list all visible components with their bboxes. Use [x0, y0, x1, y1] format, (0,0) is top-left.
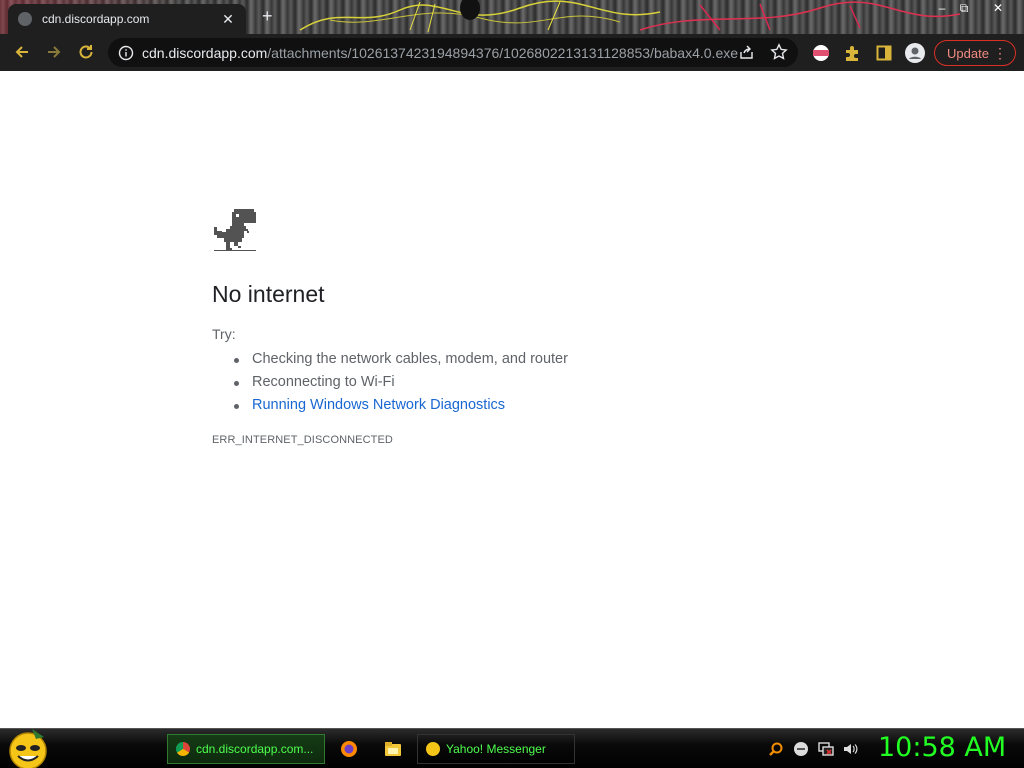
firefox-icon[interactable]: [340, 740, 358, 758]
clock: 10:58 AM: [878, 732, 1007, 763]
volume-icon[interactable]: [842, 741, 858, 757]
try-label: Try:: [212, 326, 236, 342]
address-bar[interactable]: cdn.discordapp.com/attachments/102613742…: [108, 38, 798, 67]
list-item: Reconnecting to Wi-Fi: [234, 371, 568, 394]
dinosaur-icon: [214, 209, 256, 251]
flag-icon: [813, 45, 829, 61]
tab-title: cdn.discordapp.com: [42, 12, 150, 26]
reload-button[interactable]: [71, 37, 101, 67]
update-label: Update: [947, 45, 989, 61]
extensions-button[interactable]: [842, 43, 862, 63]
back-button[interactable]: [7, 37, 37, 67]
network-diagnostics-link[interactable]: Running Windows Network Diagnostics: [234, 394, 568, 417]
side-panel-button[interactable]: [874, 43, 894, 63]
extension-flag-icon[interactable]: [811, 43, 831, 63]
close-window-icon[interactable]: ✕: [986, 0, 1010, 16]
error-page: No internet Try: Checking the network ca…: [0, 71, 1024, 728]
maximize-icon[interactable]: ⧉: [952, 0, 976, 16]
search-icon[interactable]: [768, 741, 784, 757]
reload-icon: [79, 45, 93, 59]
network-disconnected-icon[interactable]: [818, 741, 834, 757]
update-button[interactable]: Update ⋮: [934, 40, 1016, 66]
yahoo-messenger-icon: [426, 742, 440, 756]
tab-close-icon[interactable]: ✕: [220, 11, 236, 28]
start-button[interactable]: [6, 727, 50, 768]
file-explorer-icon[interactable]: [384, 740, 402, 758]
info-icon[interactable]: [118, 45, 134, 61]
browser-tab[interactable]: cdn.discordapp.com ✕: [8, 4, 246, 34]
page-title: No internet: [212, 281, 325, 307]
bookmark-star-icon[interactable]: [770, 43, 788, 61]
side-panel-icon: [876, 45, 892, 61]
puzzle-icon: [846, 46, 858, 61]
task-label: cdn.discordapp.com...: [196, 742, 314, 756]
arrow-right-icon: [48, 46, 61, 58]
share-icon[interactable]: [738, 44, 755, 61]
browser-toolbar: cdn.discordapp.com/attachments/102613742…: [0, 34, 1024, 71]
list-item: Checking the network cables, modem, and …: [234, 348, 568, 371]
suggestions-list: Checking the network cables, modem, and …: [234, 348, 568, 417]
taskbar-item-chrome[interactable]: cdn.discordapp.com...: [167, 734, 325, 764]
forward-button[interactable]: [39, 37, 69, 67]
menu-icon[interactable]: ⋮: [993, 44, 1007, 62]
minimize-icon[interactable]: –: [930, 0, 954, 16]
task-label: Yahoo! Messenger: [446, 742, 546, 756]
chrome-icon: [176, 742, 190, 756]
arrow-left-icon: [15, 46, 28, 58]
url-host: cdn.discordapp.com: [142, 44, 268, 61]
taskbar: cdn.discordapp.com... Yahoo! Messenger 1…: [0, 728, 1024, 768]
url-text[interactable]: cdn.discordapp.com/attachments/102613742…: [142, 45, 742, 61]
globe-icon: [18, 12, 32, 26]
error-code: ERR_INTERNET_DISCONNECTED: [212, 434, 393, 446]
url-path: /attachments/1026137423194894376/1026802…: [267, 44, 739, 61]
avatar-icon: [905, 43, 925, 63]
messenger-tray-icon[interactable]: [793, 741, 809, 757]
taskbar-item-yahoo-messenger[interactable]: Yahoo! Messenger: [417, 734, 575, 764]
browser-tabstrip: cdn.discordapp.com ✕ + – ⧉ ✕: [0, 0, 1024, 34]
new-tab-icon[interactable]: +: [262, 6, 273, 27]
profile-button[interactable]: [905, 43, 925, 63]
